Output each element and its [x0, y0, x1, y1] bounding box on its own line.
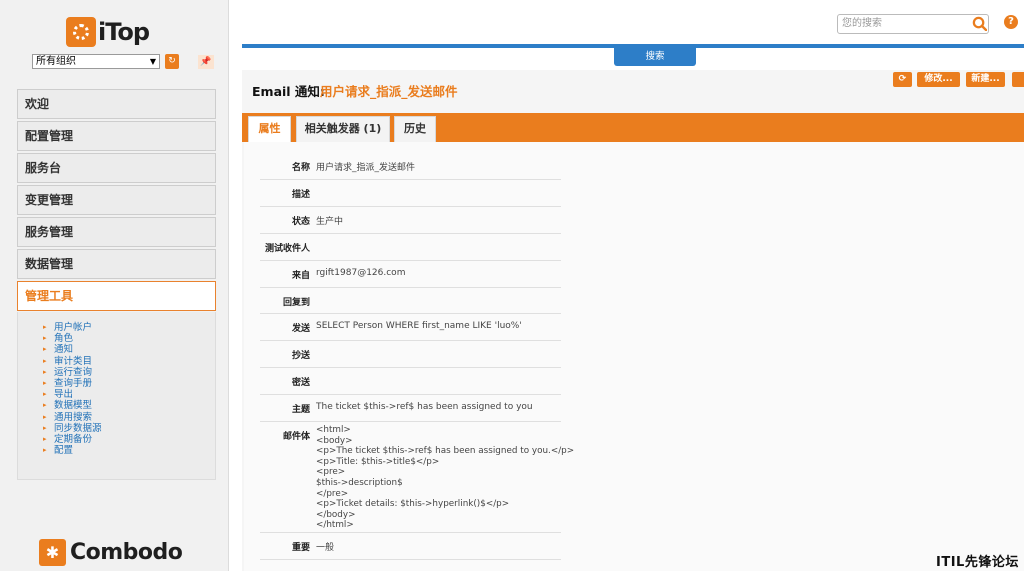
search-icon[interactable] — [972, 16, 987, 31]
property-row-importance: 重要 一般 — [260, 533, 561, 560]
new-button[interactable]: 新建... — [966, 72, 1005, 87]
combodo-logo-text: Combodo — [70, 540, 183, 565]
more-actions-button[interactable] — [1012, 72, 1024, 87]
menu-data-management[interactable]: 数据管理 — [17, 249, 216, 279]
property-value-body: <html> <body> <p>The ticket $this->ref$ … — [316, 425, 575, 531]
property-row-bcc: 密送 — [260, 368, 561, 395]
submenu-run-query[interactable]: 运行查询 — [43, 367, 102, 378]
organization-select-value: 所有组织 — [36, 56, 76, 67]
property-label: 抄送 — [291, 351, 310, 361]
property-value: 用户请求_指派_发送邮件 — [316, 163, 416, 173]
submenu-roles[interactable]: 角色 — [43, 333, 102, 344]
submenu-export[interactable]: 导出 — [43, 389, 102, 400]
combodo-logo-icon: ✱ — [39, 539, 66, 566]
property-row-test-recipient: 测试收件人 — [260, 234, 561, 261]
property-row-reply-to: 回复到 — [260, 288, 561, 314]
property-row-cc: 抄送 — [260, 341, 561, 368]
property-value: rgift1987@126.com — [316, 268, 406, 278]
property-value: SELECT Person WHERE first_name LIKE 'luo… — [316, 321, 522, 331]
property-label: 回复到 — [282, 298, 310, 308]
property-row-to: 发送 SELECT Person WHERE first_name LIKE '… — [260, 314, 561, 341]
property-row-name: 名称 用户请求_指派_发送邮件 — [260, 153, 561, 180]
menu-service-management[interactable]: 服务管理 — [17, 217, 216, 247]
menu-helpdesk[interactable]: 服务台 — [17, 153, 216, 183]
refresh-button[interactable]: ⟳ — [893, 72, 912, 87]
property-label: 描述 — [291, 190, 310, 200]
object-class-label: Email 通知: — [252, 84, 325, 99]
submenu-configuration[interactable]: 配置 — [43, 445, 102, 456]
property-row-description: 描述 — [260, 180, 561, 207]
property-value: The ticket $this->ref$ has been assigned… — [316, 402, 533, 412]
submenu-query-phrasebook[interactable]: 查询手册 — [43, 378, 102, 389]
itop-logo[interactable]: iTop — [66, 16, 150, 48]
submenu-notifications[interactable]: 通知 — [43, 344, 102, 355]
property-label: 重要 — [291, 543, 310, 553]
property-label: 发送 — [291, 324, 310, 334]
property-label: 邮件体 — [282, 432, 310, 442]
menu-configuration-management[interactable]: 配置管理 — [17, 121, 216, 151]
submenu-backup[interactable]: 定期备份 — [43, 434, 102, 445]
property-value: 一般 — [316, 543, 335, 553]
help-icon[interactable]: ? — [1004, 15, 1018, 29]
tab-properties[interactable]: 属性 — [248, 116, 291, 142]
organization-select[interactable]: 所有组织 ▼ — [32, 54, 160, 69]
submenu-sync-data-sources[interactable]: 同步数据源 — [43, 423, 102, 434]
search-drawer-toggle[interactable]: 搜索 — [614, 48, 696, 66]
combodo-logo[interactable]: ✱ Combodo — [39, 539, 183, 566]
admin-tools-submenu: 用户帐户 角色 通知 审计类目 运行查询 查询手册 导出 数据模型 通用搜索 同… — [43, 322, 102, 457]
submenu-audit-categories[interactable]: 审计类目 — [43, 356, 102, 367]
menu-admin-tools[interactable]: 管理工具 — [17, 281, 216, 311]
tab-history[interactable]: 历史 — [394, 116, 436, 142]
property-value: 生产中 — [316, 217, 344, 227]
property-row-from: 来自 rgift1987@126.com — [260, 261, 561, 288]
property-row-status: 状态 生产中 — [260, 207, 561, 234]
itop-logo-icon — [66, 17, 96, 47]
chevron-down-icon: ▼ — [149, 57, 156, 66]
organization-apply-button[interactable]: ↻ — [165, 54, 179, 69]
property-label: 来自 — [291, 271, 310, 281]
property-label: 主题 — [291, 405, 310, 415]
pin-menu-icon[interactable]: 📌 — [198, 55, 214, 69]
property-label: 测试收件人 — [264, 244, 310, 254]
property-label: 密送 — [291, 378, 310, 388]
refresh-icon: ⟳ — [898, 74, 907, 84]
itop-logo-text: iTop — [98, 18, 150, 46]
menu-change-management[interactable]: 变更管理 — [17, 185, 216, 215]
modify-button[interactable]: 修改... — [917, 72, 960, 87]
submenu-universal-search[interactable]: 通用搜索 — [43, 412, 102, 423]
menu-welcome[interactable]: 欢迎 — [17, 89, 216, 119]
property-label: 状态 — [291, 217, 310, 227]
property-label: 名称 — [291, 163, 310, 173]
property-row-body: 邮件体 <html> <body> <p>The ticket $this->r… — [260, 422, 574, 533]
global-search-input[interactable]: 您的搜索 — [837, 14, 989, 34]
tab-related-triggers[interactable]: 相关触发器 (1) — [296, 116, 390, 142]
watermark-text: ITIL先锋论坛 — [936, 555, 1019, 570]
property-row-subject: 主题 The ticket $this->ref$ has been assig… — [260, 395, 561, 422]
submenu-user-accounts[interactable]: 用户帐户 — [43, 322, 102, 333]
submenu-data-model[interactable]: 数据模型 — [43, 400, 102, 411]
object-name-title: 用户请求_指派_发送邮件 — [320, 84, 458, 99]
